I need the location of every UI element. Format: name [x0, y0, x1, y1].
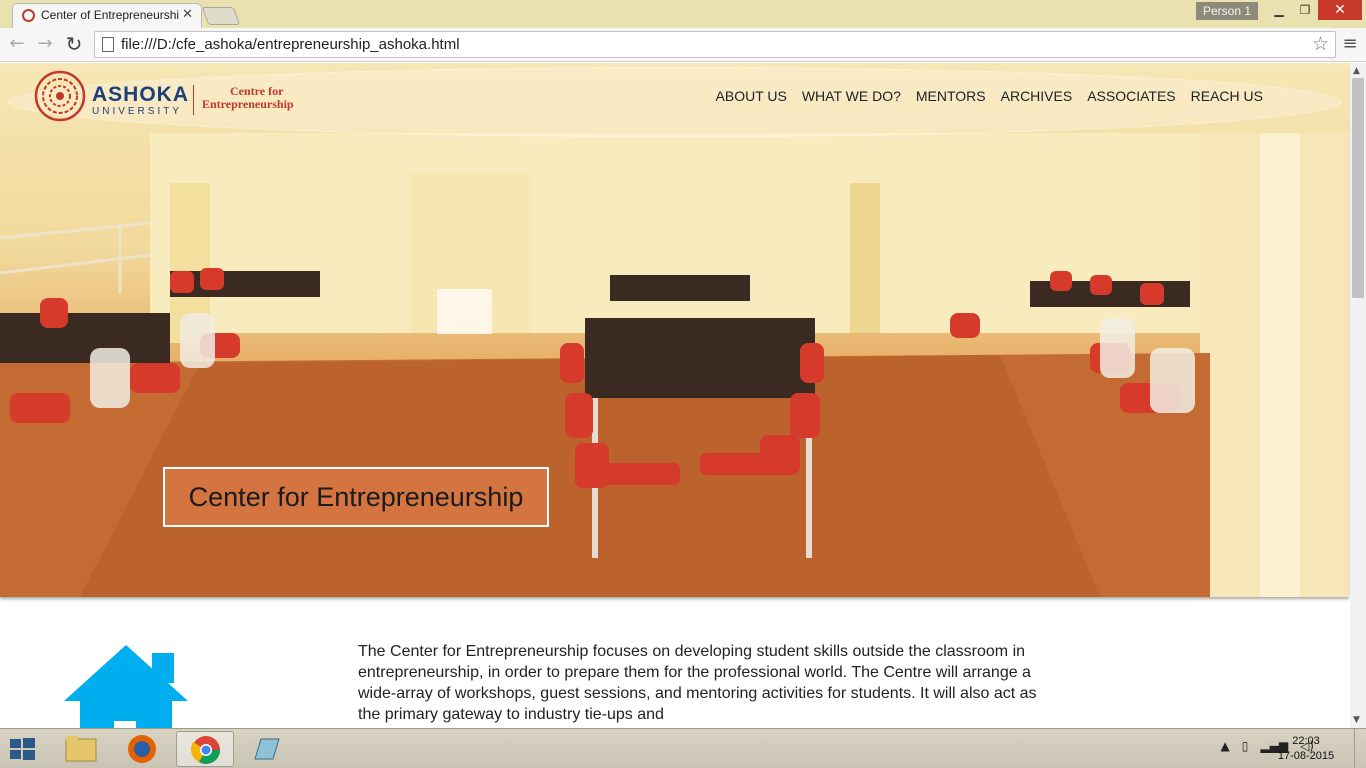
nav-mentors[interactable]: MENTORS	[916, 88, 986, 104]
hero-title: Center for Entrepreneurship	[163, 467, 549, 527]
show-hidden-icons-icon[interactable]: ▲	[1221, 739, 1230, 753]
close-window-button[interactable]: ✕	[1318, 0, 1362, 20]
maximize-button[interactable]: ❐	[1292, 0, 1318, 20]
browser-tab[interactable]: Center of Entrepreneurshi ✕	[12, 3, 202, 28]
windows-taskbar: ▲ ▯ ▂▄▆ ◁) 22:03 17-08-2015	[0, 728, 1366, 768]
back-button[interactable]: ←	[6, 33, 28, 55]
page-icon	[102, 37, 114, 52]
start-icon[interactable]	[8, 737, 36, 761]
reload-button[interactable]: ↻	[63, 33, 85, 55]
new-tab-button[interactable]	[201, 7, 241, 25]
intro-paragraph: The Center for Entrepreneurship focuses …	[358, 643, 1037, 723]
app-icon[interactable]	[237, 731, 295, 767]
address-bar[interactable]: file:///D:/cfe_ashoka/entrepreneurship_a…	[94, 31, 1336, 58]
logo-divider	[193, 85, 194, 115]
nav-archives[interactable]: ARCHIVES	[1001, 88, 1073, 104]
nav-what-we-do[interactable]: WHAT WE DO?	[802, 88, 901, 104]
tab-strip: Center of Entrepreneurshi ✕ Person 1 ▁ ❐…	[0, 0, 1366, 28]
main-nav: ABOUT US WHAT WE DO? MENTORS ARCHIVES AS…	[716, 88, 1263, 104]
clock-time: 22:03	[1292, 735, 1320, 747]
tab-title: Center of Entrepreneurshi	[41, 8, 180, 22]
home-icon	[64, 645, 188, 728]
nav-reach-us[interactable]: REACH US	[1191, 88, 1263, 104]
battery-icon[interactable]: ▯	[1242, 739, 1249, 753]
profile-button[interactable]: Person 1	[1196, 2, 1258, 20]
page-scrollbar[interactable]: ▲ ▼	[1350, 63, 1366, 728]
hero-banner: ASHOKA UNIVERSITY Centre for Entrepreneu…	[0, 63, 1349, 597]
show-desktop-button[interactable]	[1354, 729, 1366, 768]
nav-about-us[interactable]: ABOUT US	[716, 88, 787, 104]
menu-icon[interactable]: ≡	[1340, 34, 1360, 54]
minimize-button[interactable]: ▁	[1266, 0, 1292, 20]
bookmark-star-icon[interactable]: ☆	[1312, 33, 1329, 55]
browser-toolbar: ← → ↻ file:///D:/cfe_ashoka/entrepreneur…	[0, 28, 1366, 62]
close-tab-icon[interactable]: ✕	[182, 7, 193, 22]
nav-associates[interactable]: ASSOCIATES	[1087, 88, 1175, 104]
clock-date: 17-08-2015	[1277, 750, 1335, 762]
ashoka-logo[interactable]: ASHOKA UNIVERSITY Centre for Entrepreneu…	[34, 70, 314, 126]
scroll-thumb[interactable]	[1352, 78, 1364, 298]
clock[interactable]: 22:03 17-08-2015	[1276, 734, 1336, 764]
logo-subtitle: UNIVERSITY	[92, 106, 183, 117]
chrome-icon[interactable]	[176, 731, 234, 767]
favicon-icon	[22, 9, 35, 22]
scroll-up-icon[interactable]: ▲	[1353, 66, 1360, 76]
logo-cfe-line2: Entrepreneurship	[202, 97, 294, 111]
logo-cfe-text: Centre for Entrepreneurship	[202, 85, 294, 111]
firefox-icon[interactable]	[113, 731, 171, 767]
logo-name: ASHOKA	[92, 83, 190, 106]
ashoka-emblem-icon	[34, 70, 86, 122]
file-explorer-icon[interactable]	[52, 731, 110, 767]
scroll-down-icon[interactable]: ▼	[1353, 715, 1360, 725]
forward-button[interactable]: →	[34, 33, 56, 55]
page-viewport: ASHOKA UNIVERSITY Centre for Entrepreneu…	[0, 63, 1350, 728]
url-text: file:///D:/cfe_ashoka/entrepreneurship_a…	[121, 36, 460, 53]
